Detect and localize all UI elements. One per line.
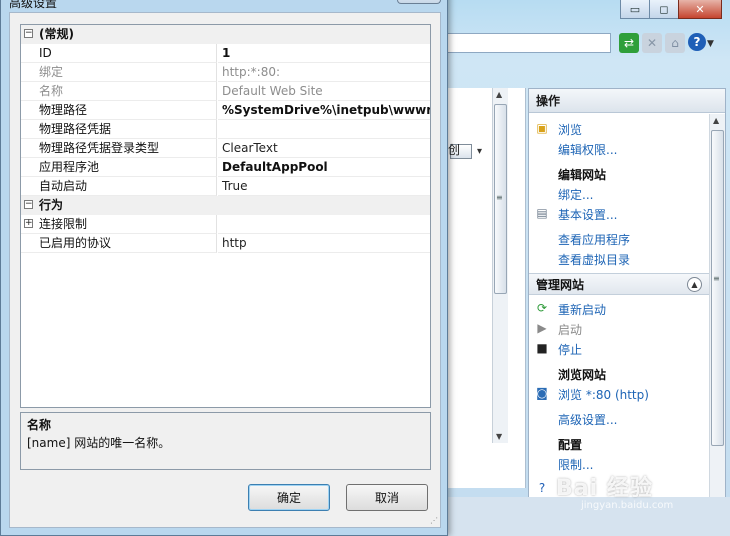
group-browse-site: 浏览网站 (558, 368, 607, 382)
property-value[interactable]: Default Web Site (218, 82, 430, 101)
action-edit-permissions[interactable]: 编辑权限... (558, 141, 617, 158)
watermark-logo: Bai 经验 (556, 476, 653, 501)
property-row-auto-start[interactable]: 自动启动 True (21, 177, 430, 196)
browse-icon: ◙ (536, 386, 548, 400)
folder-icon: ▣ (536, 121, 548, 135)
property-name: 物理路径 (39, 103, 88, 117)
chevron-down-icon[interactable]: ▼ (707, 39, 714, 53)
collapse-icon[interactable]: − (24, 29, 33, 38)
description-panel: 名称 [name] 网站的唯一名称。 (20, 412, 431, 470)
play-icon: ▶ (537, 321, 547, 335)
action-bindings[interactable]: 绑定... (558, 186, 593, 203)
resize-grip-icon[interactable]: ⋰ (430, 516, 438, 525)
property-grid: − (常规) ID 1 绑定 http:*:80: 名称 Default Web… (20, 24, 431, 408)
category-label: (常规) (39, 27, 74, 41)
stop-icon: ■ (536, 341, 548, 355)
property-row-path-credentials[interactable]: 物理路径凭据 (21, 120, 430, 139)
iis-manager-window: ▭ ◻ ✕ ⇄ ✕ ⌂ ? ▼ ▾ ▾ 创 ▲ ≡ ▼ 操作 ▣ 浏览 编辑权限… (436, 0, 730, 536)
scroll-up-icon[interactable]: ▲ (713, 116, 719, 125)
property-value[interactable]: http (218, 234, 430, 253)
action-browse-80[interactable]: 浏览 *:80 (http) (558, 386, 649, 403)
chevron-down-icon[interactable]: ▾ (477, 146, 482, 157)
property-value[interactable]: DefaultAppPool (218, 158, 430, 177)
nav-toolbar: ⇄ ✕ ⌂ ? ▼ (619, 33, 714, 53)
property-value[interactable]: 1 (218, 44, 430, 63)
action-view-applications[interactable]: 查看应用程序 (558, 231, 630, 248)
action-start[interactable]: 启动 (558, 321, 582, 338)
property-value[interactable]: http:*:80: (218, 63, 430, 82)
go-icon[interactable]: ⇄ (619, 33, 639, 53)
property-value[interactable]: %SystemDrive%\inetpub\wwwroo (218, 101, 430, 120)
advanced-settings-dialog: 高级设置 − (常规) ID 1 绑定 http:*:80: 名称 Defaul… (0, 0, 448, 536)
help-icon: ? (538, 481, 546, 495)
scroll-grip-icon: ≡ (496, 193, 503, 202)
actions-scrollbar[interactable]: ▲ ≡ ▼ (709, 114, 725, 509)
collapse-icon[interactable]: ▲ (687, 277, 702, 292)
collapse-icon[interactable]: − (24, 200, 33, 209)
property-name: ID (39, 46, 52, 60)
property-row-name[interactable]: 名称 Default Web Site (21, 82, 430, 101)
scroll-grip-icon: ≡ (713, 274, 720, 283)
scroll-down-icon[interactable]: ▼ (496, 432, 502, 441)
category-row-general[interactable]: − (常规) (21, 25, 430, 44)
group-edit-site: 编辑网站 (558, 168, 607, 182)
minimize-button[interactable]: ▭ (620, 0, 650, 19)
address-bar[interactable] (436, 33, 611, 53)
property-row-connection-limits[interactable]: + 连接限制 (21, 215, 430, 234)
close-button[interactable]: ✕ (678, 0, 722, 19)
action-view-virtual-dirs[interactable]: 查看虚拟目录 (558, 251, 630, 268)
actions-header: 操作 (529, 89, 725, 113)
property-name: 物理路径凭据登录类型 (39, 141, 160, 155)
property-value[interactable]: ClearText (218, 139, 430, 158)
dialog-close-button[interactable] (397, 0, 441, 4)
action-restart[interactable]: 重新启动 (558, 301, 606, 318)
center-scrollbar[interactable]: ▲ ≡ ▼ (492, 88, 508, 443)
expand-icon[interactable]: + (24, 219, 33, 228)
property-row-bindings[interactable]: 绑定 http:*:80: (21, 63, 430, 82)
home-icon[interactable]: ⌂ (665, 33, 685, 53)
cancel-button[interactable]: 取消 (346, 484, 428, 511)
property-name: 自动启动 (39, 179, 88, 193)
property-value[interactable]: True (218, 177, 430, 196)
scrollbar-thumb[interactable] (711, 130, 724, 446)
dialog-body: − (常规) ID 1 绑定 http:*:80: 名称 Default Web… (9, 12, 441, 528)
maximize-button[interactable]: ◻ (649, 0, 679, 19)
property-value[interactable] (218, 215, 430, 234)
action-basic-settings[interactable]: 基本设置... (558, 206, 617, 223)
action-stop[interactable]: 停止 (558, 341, 582, 358)
category-row-behavior[interactable]: − 行为 (21, 196, 430, 215)
property-name: 物理路径凭据 (39, 122, 112, 136)
group-manage-site: 管理网站 ▲ (529, 273, 710, 295)
description-text: [name] 网站的唯一名称。 (27, 436, 171, 450)
scroll-up-icon[interactable]: ▲ (496, 90, 502, 99)
group-manage-site-label: 管理网站 (536, 278, 585, 292)
action-browse[interactable]: 浏览 (558, 121, 582, 138)
description-title: 名称 (27, 418, 52, 432)
property-name: 应用程序池 (39, 160, 100, 174)
group-configure: 配置 (558, 438, 583, 452)
help-icon[interactable]: ? (688, 33, 706, 51)
settings-icon: ▤ (536, 206, 548, 220)
property-row-physical-path[interactable]: 物理路径 %SystemDrive%\inetpub\wwwroo (21, 101, 430, 120)
dialog-title: 高级设置 (9, 0, 58, 10)
stop-icon[interactable]: ✕ (642, 33, 662, 53)
actions-pane: 操作 ▣ 浏览 编辑权限... 编辑网站 绑定... ▤ 基本设置... 查看应… (528, 88, 726, 536)
property-row-logon-type[interactable]: 物理路径凭据登录类型 ClearText (21, 139, 430, 158)
property-row-app-pool[interactable]: 应用程序池 DefaultAppPool (21, 158, 430, 177)
property-name: 连接限制 (39, 217, 88, 231)
restart-icon: ⟳ (536, 301, 548, 315)
property-name: 已启用的协议 (39, 236, 112, 250)
property-row-enabled-protocols[interactable]: 已启用的协议 http (21, 234, 430, 253)
action-advanced-settings[interactable]: 高级设置... (558, 411, 617, 428)
center-partial-text: 创 (448, 143, 461, 157)
ok-button[interactable]: 确定 (248, 484, 330, 511)
property-value[interactable] (218, 120, 430, 139)
category-label: 行为 (39, 198, 64, 212)
window-caption-buttons: ▭ ◻ ✕ (620, 0, 722, 19)
watermark-url: jingyan.baidu.com (581, 500, 674, 511)
property-name: 名称 (39, 84, 64, 98)
property-row-id[interactable]: ID 1 (21, 44, 430, 63)
property-name: 绑定 (39, 65, 64, 79)
